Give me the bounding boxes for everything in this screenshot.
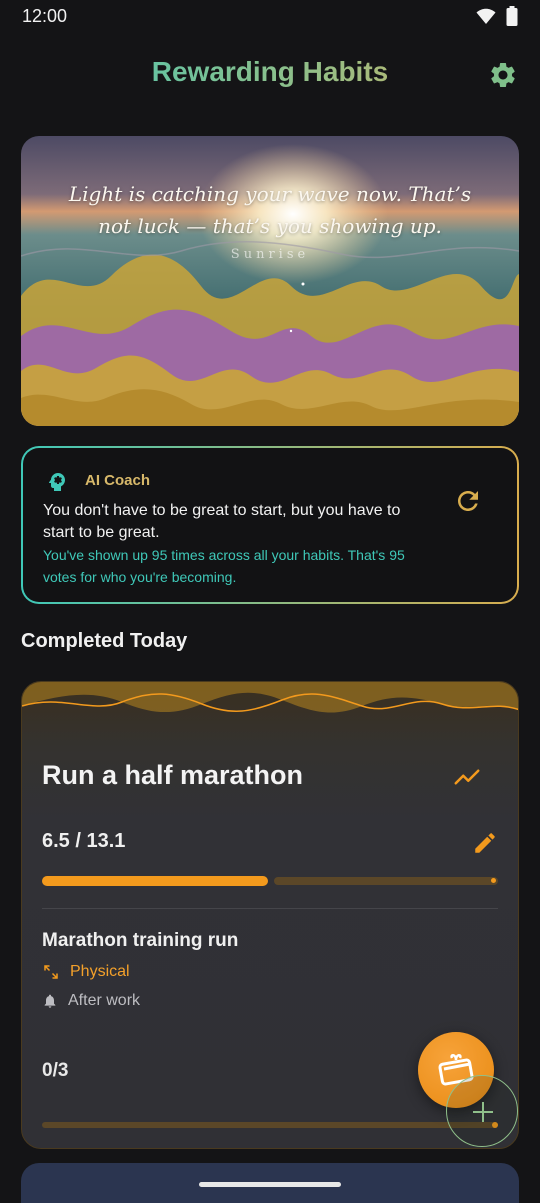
goal-progress-endpoint (491, 878, 496, 883)
battery-icon (506, 6, 518, 26)
hero-banner[interactable]: Light is catching your wave now. That’s … (21, 136, 519, 426)
card-divider (42, 908, 498, 909)
ai-coach-insight: You've shown up 95 times across all your… (43, 547, 405, 585)
card-wave-decoration (22, 682, 518, 713)
home-indicator[interactable] (199, 1182, 341, 1187)
refresh-icon (458, 491, 478, 511)
hero-quote: Light is catching your wave now. That’s … (68, 182, 472, 238)
goal-title: Run a half marathon (42, 760, 304, 790)
habit-reminder: After work (42, 992, 140, 1010)
bell-icon (44, 994, 56, 1008)
refresh-coach-button[interactable] (453, 486, 483, 516)
add-habit-button[interactable] (446, 1075, 518, 1147)
habit-count-text: 0/3 (42, 1060, 69, 1081)
goal-progress-remaining (274, 877, 498, 885)
gear-icon (491, 62, 515, 87)
app-title: Rewarding Habits (0, 56, 540, 88)
habit-count-bar (42, 1122, 498, 1128)
habit-reminder-label: After work (68, 992, 141, 1009)
goal-progress-text: 6.5 / 13.1 (42, 830, 126, 852)
habit-title: Marathon training run (42, 930, 239, 951)
settings-button[interactable] (488, 60, 518, 90)
status-icons (476, 6, 518, 26)
plus-icon (473, 1102, 493, 1122)
completed-today-title: Completed Today (21, 630, 188, 652)
pencil-icon (475, 833, 495, 853)
expand-arrows-icon (44, 965, 58, 979)
habit-category: Physical (42, 963, 130, 981)
brain-head-icon (48, 473, 65, 491)
wifi-icon (476, 8, 496, 24)
status-time: 12:00 (22, 6, 68, 26)
ai-coach-card: AI Coach You don't have to be great to s… (21, 446, 519, 604)
goal-progress-bar (42, 876, 498, 886)
habit-category-label: Physical (70, 963, 130, 980)
ai-coach-message: You don't have to be great to start, but… (43, 502, 401, 541)
goal-trend-button[interactable] (452, 762, 482, 792)
trending-up-icon (454, 769, 480, 785)
hero-theme-label: Sunrise (230, 247, 310, 262)
edit-progress-button[interactable] (472, 830, 498, 856)
status-bar: 12:00 (0, 0, 540, 34)
goal-progress-fill (42, 876, 268, 886)
ai-coach-title: AI Coach (85, 472, 151, 489)
